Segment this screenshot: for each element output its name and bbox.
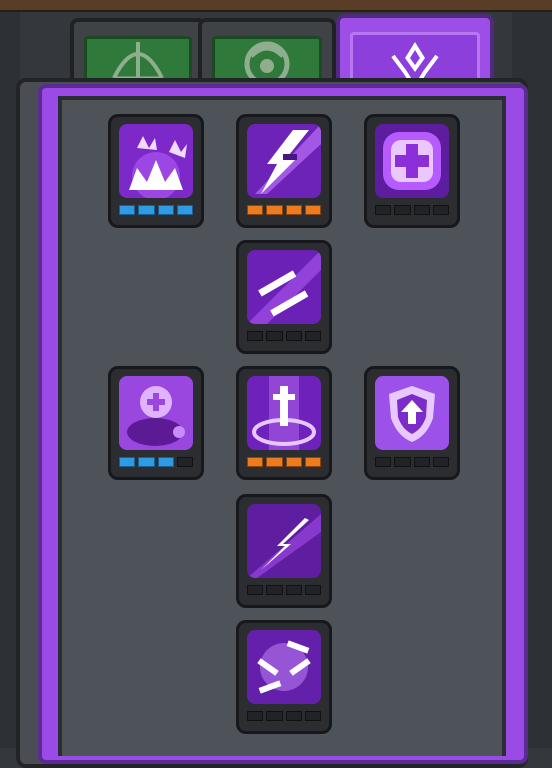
purple-fire-burst-icon	[119, 124, 193, 198]
skill-slot[interactable]	[236, 114, 332, 228]
lightning-strike-icon	[247, 124, 321, 198]
skill-slot[interactable]	[236, 494, 332, 608]
skill-slot[interactable]	[236, 366, 332, 480]
skill-level-pips	[247, 457, 321, 467]
skill-level-pips	[375, 205, 449, 215]
skill-slot[interactable]	[236, 620, 332, 734]
sword-pillar-icon	[247, 376, 321, 450]
skill-slot[interactable]	[108, 366, 204, 480]
skill-slot[interactable]	[364, 114, 460, 228]
tab-spiral-face	[212, 36, 322, 86]
twin-swords-icon	[247, 250, 321, 324]
skill-slot[interactable]	[108, 114, 204, 228]
skill-level-pips	[119, 205, 193, 215]
skill-level-pips	[247, 205, 321, 215]
skill-level-pips	[247, 585, 321, 595]
shield-up-icon	[375, 376, 449, 450]
tab-bow-face	[84, 36, 192, 90]
top-border	[0, 0, 552, 12]
pet-heal-icon	[119, 376, 193, 450]
heal-cross-icon	[375, 124, 449, 198]
skill-slot[interactable]	[236, 240, 332, 354]
skill-level-pips	[375, 457, 449, 467]
blade-storm-icon	[247, 630, 321, 704]
skill-level-pips	[247, 711, 321, 721]
skill-slot[interactable]	[364, 366, 460, 480]
piercing-thrust-icon	[247, 504, 321, 578]
skill-level-pips	[247, 331, 321, 341]
skill-level-pips	[119, 457, 193, 467]
